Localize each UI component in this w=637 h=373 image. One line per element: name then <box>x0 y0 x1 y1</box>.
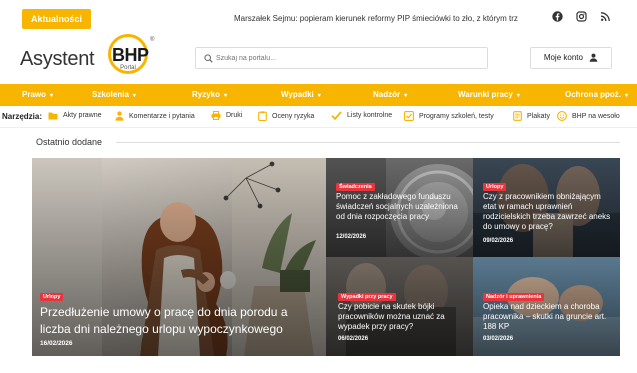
article-title[interactable]: Pomoc z zakładowego funduszu świadczeń s… <box>336 192 468 222</box>
poster-icon <box>513 111 522 121</box>
section-title: Ostatnio dodane <box>36 137 103 147</box>
article-title[interactable]: Opieka nad dzieckiem a choroba pracownik… <box>483 302 615 332</box>
category-badge[interactable]: Urlopy <box>40 293 64 301</box>
article-tile[interactable]: Świadczenia Pomoc z zakładowego funduszu… <box>326 158 473 257</box>
tool-label: Oceny ryzyka <box>272 112 315 120</box>
checkbox-icon <box>404 111 414 121</box>
nav-item-warunki-pracy[interactable]: Warunki pracy ▾ <box>458 90 520 99</box>
tool-oceny-ryzyka[interactable]: Oceny ryzyka <box>258 111 314 121</box>
top-bar: Aktualności Marszałek Sejmu: popieram ki… <box>0 0 637 34</box>
nav-item-label: Warunki pracy <box>458 90 513 99</box>
category-badge[interactable]: Świadczenia <box>336 183 375 191</box>
logo-word: Asystent <box>20 48 95 70</box>
logo-mark: BHP <box>112 45 149 65</box>
printer-icon <box>211 111 221 120</box>
tool-programy-szkolen[interactable]: Programy szkoleń, testy <box>404 111 494 121</box>
article-tile[interactable]: Wypadki przy pracy Czy pobicie na skutek… <box>326 257 473 356</box>
clipboard-icon <box>258 111 267 121</box>
chevron-down-icon: ▾ <box>404 93 408 99</box>
section-divider <box>116 142 620 143</box>
logo-sub: Portal <box>120 65 136 71</box>
article-date: 03/02/2026 <box>483 336 514 342</box>
category-badge[interactable]: Wypadki przy pracy <box>338 293 396 301</box>
article-tile[interactable]: Urlopy Czy z pracownikiem obniżającym et… <box>473 158 620 257</box>
nav-item-label: Nadzór <box>373 90 401 99</box>
nav-item-ryzyko[interactable]: Ryzyko ▾ <box>192 90 227 99</box>
chevron-down-icon: ▾ <box>516 93 520 99</box>
tool-label: Plakaty <box>527 112 550 120</box>
nav-item-label: Ryzyko <box>192 90 221 99</box>
tool-label: Druki <box>226 112 243 119</box>
folder-icon <box>48 112 58 120</box>
main-nav: Prawo ▾ Szkolenia ▾ Ryzyko ▾ Wypadki ▾ Nadzó… <box>0 84 637 106</box>
nav-item-label: Ochrona ppoż. <box>565 90 621 99</box>
search-icon[interactable] <box>204 54 213 63</box>
nav-item-ochrona-ppoz[interactable]: Ochrona ppoż. ▾ <box>565 90 628 99</box>
chevron-down-icon: ▾ <box>224 93 228 99</box>
tool-akty-prawne[interactable]: Akty prawne <box>48 111 102 120</box>
search-input[interactable] <box>216 50 476 67</box>
nav-item-prawo[interactable]: Prawo ▾ <box>22 90 53 99</box>
featured-article[interactable]: Urlopy Przedłużenie umowy o pracę do dni… <box>32 158 326 356</box>
nav-item-label: Wypadki <box>281 90 314 99</box>
my-account-button[interactable]: Moje konto <box>530 47 612 69</box>
header: Asystent BHP Portal ® Moje konto <box>0 34 637 84</box>
chevron-down-icon: ▾ <box>317 93 321 99</box>
chevron-down-icon: ▾ <box>50 93 54 99</box>
tool-plakaty[interactable]: Plakaty <box>513 111 550 121</box>
featured-article-date: 16/02/2026 <box>40 340 73 347</box>
article-title[interactable]: Czy pobicie na skutek bójki pracowników … <box>338 302 466 332</box>
article-date: 12/02/2026 <box>336 234 367 240</box>
article-title[interactable]: Czy z pracownikiem obniżającym etat w ra… <box>483 192 615 232</box>
my-account-label: Moje konto <box>543 53 583 62</box>
nav-item-szkolenia[interactable]: Szkolenia ▾ <box>92 90 136 99</box>
smile-icon <box>557 111 567 121</box>
tool-listy-kontrolne[interactable]: Listy kontrolne <box>331 111 392 120</box>
tool-komentarze[interactable]: Komentarze i pytania <box>115 111 195 121</box>
article-date: 09/02/2026 <box>483 238 514 244</box>
article-tile[interactable]: Nadzór i uprawnienia Opieka nad dzieckie… <box>473 257 620 356</box>
rss-icon[interactable] <box>600 11 611 22</box>
chevron-down-icon: ▾ <box>625 93 629 99</box>
search-box[interactable] <box>195 47 488 69</box>
tool-label: Listy kontrolne <box>347 112 393 119</box>
nav-item-nadzor[interactable]: Nadzór ▾ <box>373 90 407 99</box>
featured-article-title[interactable]: Przedłużenie umowy o pracę do dnia porod… <box>40 304 315 338</box>
nav-item-label: Szkolenia <box>92 90 129 99</box>
logo-registered-mark: ® <box>150 37 155 43</box>
tool-bhp-na-wesolo[interactable]: BHP na wesoło <box>557 111 620 121</box>
tool-label: BHP na wesoło <box>572 112 620 120</box>
category-badge[interactable]: Nadzór i uprawnienia <box>483 293 545 301</box>
article-date: 06/02/2026 <box>338 336 369 342</box>
social-links <box>552 11 611 22</box>
chevron-down-icon: ▾ <box>132 93 136 99</box>
check-icon <box>331 111 342 120</box>
tool-label: Akty prawne <box>63 112 102 119</box>
facebook-icon[interactable] <box>552 11 563 22</box>
user-icon <box>589 53 598 63</box>
person-icon <box>115 111 124 121</box>
nav-item-label: Prawo <box>22 90 47 99</box>
tool-label: Komentarze i pytania <box>129 112 195 120</box>
tools-bar: Narzędzia: Akty prawne Komentarze i pyta… <box>0 106 637 128</box>
category-badge[interactable]: Urlopy <box>483 183 507 191</box>
instagram-icon[interactable] <box>576 11 587 22</box>
news-badge[interactable]: Aktualności <box>22 9 92 29</box>
tool-druki[interactable]: Druki <box>211 111 242 120</box>
tool-label: Programy szkoleń, testy <box>419 112 494 120</box>
tools-label: Narzędzia: <box>2 112 43 121</box>
site-logo[interactable]: Asystent BHP Portal ® <box>20 34 160 81</box>
nav-item-wypadki[interactable]: Wypadki ▾ <box>281 90 321 99</box>
news-ticker[interactable]: Marszałek Sejmu: popieram kierunek refor… <box>234 14 518 23</box>
